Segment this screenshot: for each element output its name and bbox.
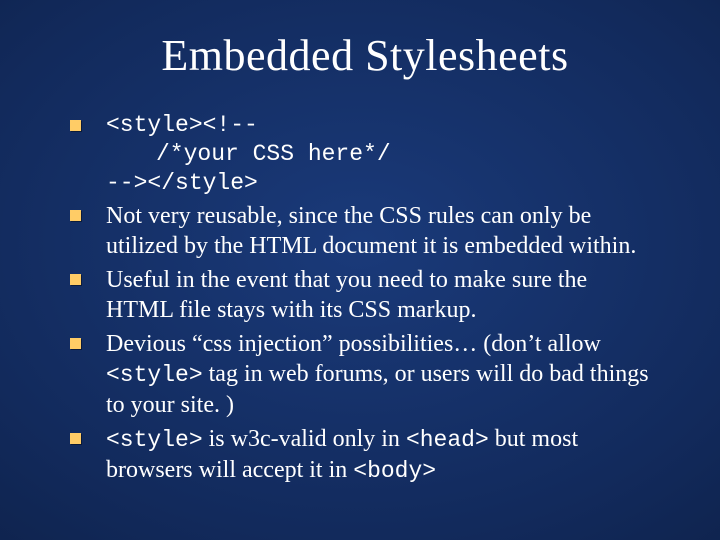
bullet-icon: [70, 120, 81, 131]
bullet-icon: [70, 210, 81, 221]
bullet-text: Useful in the event that you need to mak…: [106, 267, 587, 323]
code-line: --></style>: [106, 169, 660, 198]
inline-code: <style>: [106, 427, 203, 453]
bullet-text-mid: is w3c-valid only in: [203, 426, 406, 452]
list-item: <style><!-- /*your CSS here*/ --></style…: [70, 111, 660, 197]
inline-code: <head>: [406, 427, 489, 453]
list-item: <style> is w3c-valid only in <head> but …: [70, 424, 660, 486]
bullet-icon: [70, 338, 81, 349]
inline-code: <style>: [106, 362, 203, 388]
bullet-list: <style><!-- /*your CSS here*/ --></style…: [70, 111, 660, 486]
code-line: /*your CSS here*/: [106, 140, 660, 169]
list-item: Devious “css injection” possibilities… (…: [70, 329, 660, 420]
slide-title: Embedded Stylesheets: [70, 30, 660, 81]
slide: Embedded Stylesheets <style><!-- /*your …: [0, 0, 720, 540]
inline-code: <body>: [353, 458, 436, 484]
code-line: <style><!--: [106, 111, 660, 140]
list-item: Not very reusable, since the CSS rules c…: [70, 201, 660, 261]
bullet-text-pre: Devious “css injection” possibilities… (…: [106, 331, 601, 357]
bullet-icon: [70, 274, 81, 285]
bullet-icon: [70, 433, 81, 444]
bullet-text: Not very reusable, since the CSS rules c…: [106, 203, 636, 259]
list-item: Useful in the event that you need to mak…: [70, 265, 660, 325]
